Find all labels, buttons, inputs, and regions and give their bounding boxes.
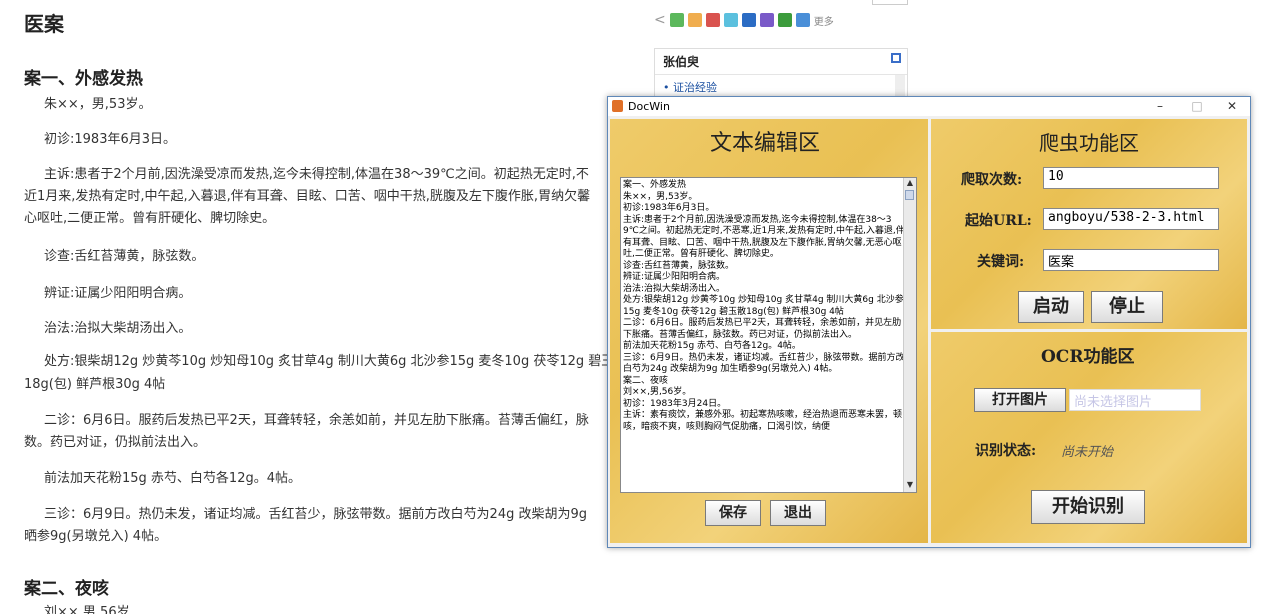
window-title: DocWin	[628, 100, 670, 113]
start-url-field[interactable]: angboyu/538-2-3.html	[1043, 208, 1219, 230]
share-bar: < 更多	[654, 8, 916, 32]
crawl-count-field[interactable]: 10	[1043, 167, 1219, 189]
docwin-window: DocWin – □ ✕ 文本编辑区 案一、外感发热 朱××，男,53岁。 初诊…	[607, 96, 1251, 548]
more-share-icon[interactable]	[795, 13, 810, 27]
recognize-status-label: 识别状态:	[975, 443, 1037, 459]
paragraph: 晒参9g(另墩兑入) 4帖。	[24, 529, 168, 544]
weibo-icon[interactable]	[705, 13, 720, 27]
paragraph: 三诊：6月9日。热仍未发，诸证均减。舌红苔少，脉弦带数。据前方改白芍为24g 改…	[44, 507, 587, 522]
paragraph: 主诉:患者于2个月前,因洗澡受凉而发热,迄今未得控制,体温在38～39℃之间。初…	[44, 167, 589, 182]
paragraph: 前法加天花粉15g 赤芍、白芍各12g。4帖。	[44, 471, 301, 486]
case2-title: 案二、夜咳	[24, 579, 109, 599]
share-icon[interactable]: <	[654, 12, 666, 28]
scroll-down-icon[interactable]: ▼	[906, 481, 914, 489]
stop-button[interactable]: 停止	[1091, 291, 1163, 323]
text-editor-panel: 文本编辑区 案一、外感发热 朱××，男,53岁。 初诊:1983年6月3日。 主…	[610, 119, 928, 543]
page-title: 医案	[24, 12, 64, 36]
keyword-label: 关键词:	[977, 254, 1025, 270]
crawler-panel: 爬虫功能区 爬取次数: 10 起始URL: angboyu/538-2-3.ht…	[931, 119, 1247, 329]
crawler-area-title: 爬虫功能区	[1039, 131, 1139, 155]
exit-button[interactable]: 退出	[770, 500, 826, 526]
minimize-button[interactable]: –	[1143, 97, 1177, 116]
text-editor[interactable]: 案一、外感发热 朱××，男,53岁。 初诊:1983年6月3日。 主诉:患者于2…	[620, 177, 917, 493]
ocr-area-title: OCR功能区	[1041, 347, 1135, 367]
start-recognize-button[interactable]: 开始识别	[1031, 490, 1145, 524]
case1-title: 案一、外感发热	[24, 69, 143, 89]
ocr-panel: OCR功能区 打开图片 尚未选择图片 识别状态: 尚未开始 开始识别	[931, 332, 1247, 543]
recognize-status-value: 尚未开始	[1061, 445, 1114, 460]
java-app-icon	[612, 100, 623, 112]
editor-scrollbar[interactable]: ▲ ▼	[903, 178, 916, 492]
close-button[interactable]: ✕	[1215, 97, 1249, 116]
paragraph: 处方:银柴胡12g 炒黄芩10g 炒知母10g 炙甘草4g 制川大黄6g 北沙参…	[44, 354, 614, 369]
paragraph: 心呕吐,二便正常。曾有肝硬化、脾切除史。	[24, 211, 276, 226]
kaixin-icon[interactable]	[759, 13, 774, 27]
crawl-count-label: 爬取次数:	[961, 172, 1023, 188]
open-image-button[interactable]: 打开图片	[974, 388, 1066, 412]
scroll-up-icon[interactable]: ▲	[906, 179, 914, 187]
search-box-edge	[872, 0, 908, 5]
editor-area-title: 文本编辑区	[710, 131, 821, 156]
paragraph: 二诊：6月6日。服药后发热已平2天，耳聋转轻，余恙如前，并见左肋下胀痛。苔薄舌偏…	[44, 413, 589, 428]
paragraph: 18g(包) 鲜芦根30g 4帖	[24, 377, 166, 392]
paragraph: 诊查:舌红苔薄黄，脉弦数。	[44, 249, 205, 264]
save-button[interactable]: 保存	[705, 500, 761, 526]
share-more-link[interactable]: 更多	[814, 13, 834, 28]
expand-icon[interactable]	[891, 53, 901, 63]
start-url-label: 起始URL:	[965, 213, 1032, 229]
scroll-thumb[interactable]	[905, 190, 914, 200]
wechat-icon[interactable]	[669, 13, 684, 27]
douban-icon[interactable]	[777, 13, 792, 27]
image-path-field[interactable]: 尚未选择图片	[1069, 389, 1201, 411]
paragraph: 近1月来,发热有定时,中午起,入暮退,伴有耳聋、目眩、口苦、咽中干热,胱腹及左下…	[24, 189, 591, 204]
window-titlebar: DocWin – □ ✕	[608, 97, 1250, 116]
sidebar-box-header: 张伯臾	[655, 49, 907, 75]
qzone-icon[interactable]	[687, 13, 702, 27]
maximize-button[interactable]: □	[1180, 97, 1214, 116]
tencent-weibo-icon[interactable]	[723, 13, 738, 27]
paragraph: 刘××,男,56岁	[44, 605, 130, 614]
paragraph: 数。药已对证，仍拟前法出入。	[24, 435, 207, 450]
keyword-field[interactable]: 医案	[1043, 249, 1219, 271]
paragraph: 朱××，男,53岁。	[44, 97, 152, 112]
paragraph: 初诊:1983年6月3日。	[44, 132, 177, 147]
paragraph: 辨证:证属少阳阳明合病。	[44, 286, 192, 301]
renren-icon[interactable]	[741, 13, 756, 27]
editor-content[interactable]: 案一、外感发热 朱××，男,53岁。 初诊:1983年6月3日。 主诉:患者于2…	[621, 178, 905, 433]
start-button[interactable]: 启动	[1018, 291, 1084, 323]
image-path-placeholder: 尚未选择图片	[1074, 395, 1153, 410]
paragraph: 治法:治拟大柴胡汤出入。	[44, 321, 192, 336]
